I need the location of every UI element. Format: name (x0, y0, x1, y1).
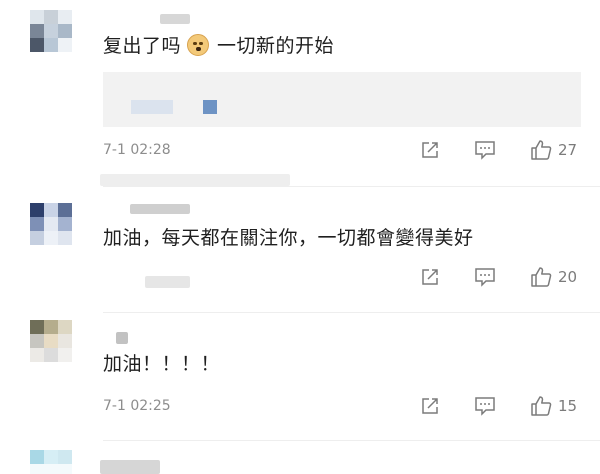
username-blurred[interactable] (160, 14, 190, 24)
action-bar: 15 (386, 395, 578, 417)
share-button[interactable] (420, 396, 440, 416)
avatar-pixel (44, 348, 58, 362)
avatar-pixel (30, 10, 44, 24)
avatar-pixel (58, 203, 72, 217)
avatar[interactable] (30, 203, 72, 245)
comment-text-part: 复出了吗 (103, 35, 182, 57)
comment-text: 复出了吗 一切新的开始 (103, 34, 334, 58)
like-button[interactable]: 20 (530, 266, 578, 288)
avatar-pixel (44, 464, 58, 474)
avatar[interactable] (30, 450, 72, 474)
share-icon (422, 142, 438, 158)
avatar-pixel (44, 38, 58, 52)
avatar-pixel (30, 38, 44, 52)
avatar-pixel (44, 203, 58, 217)
reply-preview[interactable] (103, 72, 581, 127)
avatar-pixel (58, 320, 72, 334)
avatar-pixel (58, 334, 72, 348)
reply-blurred-mark (203, 100, 217, 114)
avatar-pixel (30, 348, 44, 362)
avatar-pixel (30, 464, 44, 474)
share-icon (422, 398, 438, 414)
comment-text-part: 一切新的开始 (217, 35, 335, 57)
username-blurred[interactable] (130, 204, 190, 214)
avatar-pixel (44, 320, 58, 334)
username-blurred[interactable] (116, 332, 128, 344)
avatar[interactable] (30, 320, 72, 362)
avatar-pixel (58, 464, 72, 474)
avatar-pixel (30, 203, 44, 217)
avatar[interactable] (30, 10, 72, 52)
avatar-pixel (30, 450, 44, 464)
action-bar: 20 (386, 266, 578, 288)
action-bar: 27 (386, 139, 578, 161)
reply-blurred-name (131, 100, 173, 114)
divider (103, 186, 600, 187)
avatar-pixel (58, 38, 72, 52)
doge-emoji-icon (187, 34, 210, 56)
avatar-pixel (30, 24, 44, 38)
reply-blurred-name (145, 276, 190, 288)
comment-button[interactable] (474, 140, 496, 160)
comment-button[interactable] (474, 396, 496, 416)
timestamp: 7-1 02:25 (103, 398, 171, 414)
avatar-pixel (58, 217, 72, 231)
avatar-pixel (44, 10, 58, 24)
divider (103, 440, 600, 441)
avatar-pixel (30, 334, 44, 348)
avatar-pixel (58, 231, 72, 245)
comment-text: 加油！！！！ (103, 353, 221, 375)
avatar-pixel (30, 231, 44, 245)
username-blurred[interactable] (100, 174, 290, 186)
avatar-pixel (30, 320, 44, 334)
avatar-pixel (44, 334, 58, 348)
like-count: 20 (558, 268, 578, 286)
like-button[interactable]: 15 (530, 395, 578, 417)
share-button[interactable] (420, 267, 440, 287)
like-icon (531, 267, 552, 287)
comment-icon (475, 397, 495, 416)
comment-button[interactable] (474, 267, 496, 287)
like-button[interactable]: 27 (530, 139, 578, 161)
avatar-pixel (58, 348, 72, 362)
divider (103, 312, 600, 313)
avatar-pixel (44, 231, 58, 245)
like-icon (531, 140, 552, 160)
avatar-pixel (58, 24, 72, 38)
avatar-pixel (58, 450, 72, 464)
avatar-pixel (58, 10, 72, 24)
like-count: 27 (558, 141, 578, 159)
avatar-pixel (30, 217, 44, 231)
share-button[interactable] (420, 140, 440, 160)
like-count: 15 (558, 397, 578, 415)
avatar-pixel (44, 450, 58, 464)
username-blurred[interactable] (100, 460, 160, 474)
avatar-pixel (44, 24, 58, 38)
avatar-pixel (44, 217, 58, 231)
like-icon (531, 396, 552, 416)
share-icon (422, 269, 438, 285)
timestamp: 7-1 02:28 (103, 142, 171, 158)
comment-icon (475, 141, 495, 160)
comment-text: 加油，每天都在關注你，一切都會變得美好 (103, 227, 474, 249)
comment-icon (475, 268, 495, 287)
